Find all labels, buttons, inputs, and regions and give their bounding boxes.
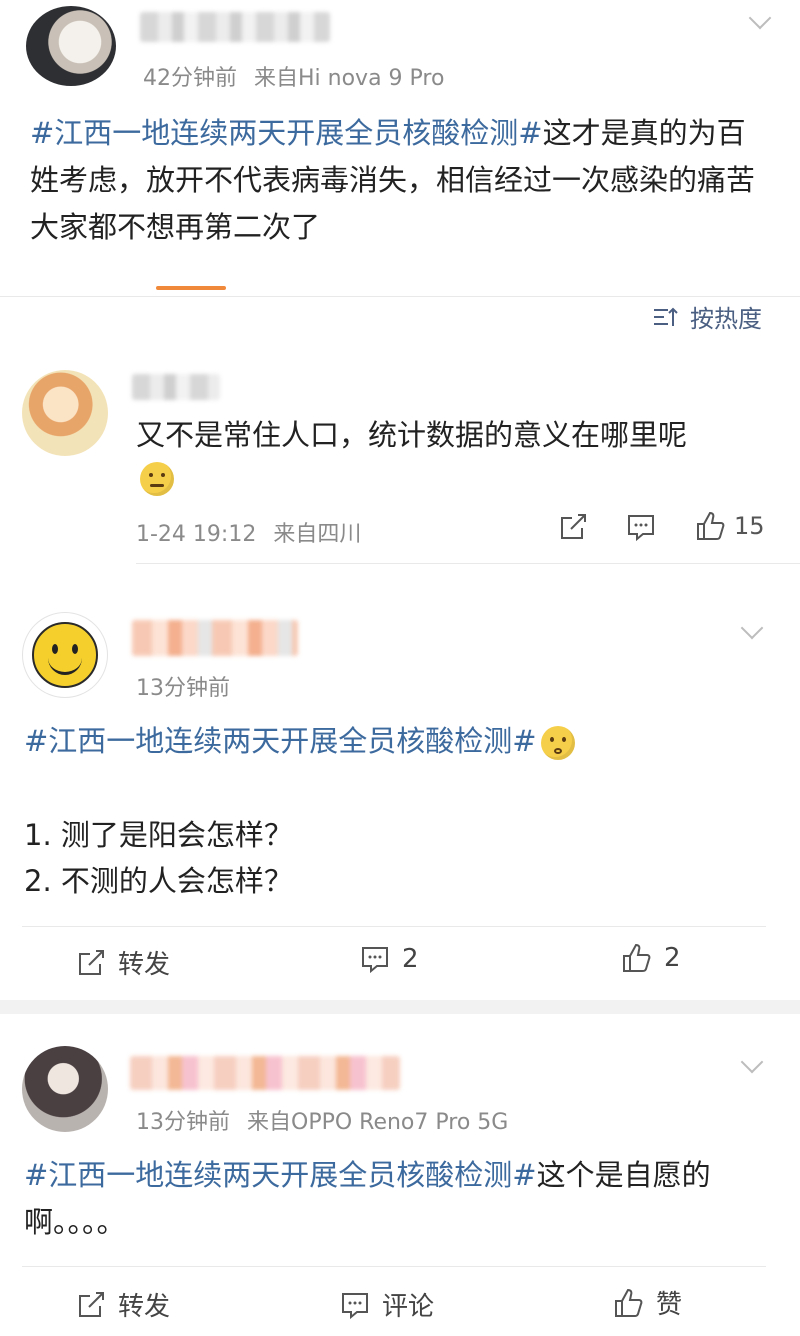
divider [22, 1266, 766, 1267]
section-separator [0, 1000, 800, 1014]
post2-time: 13分钟前 [136, 676, 230, 701]
username-blurred[interactable] [130, 1056, 400, 1090]
comment-button[interactable]: 2 [360, 944, 419, 974]
like-count: 2 [664, 943, 681, 973]
sort-icon [654, 307, 678, 326]
repost-button[interactable]: 转发 [76, 944, 170, 981]
reply-button[interactable] [626, 512, 656, 542]
like-label: 赞 [656, 1290, 683, 1320]
post-source: 来自Hi nova 9 Pro [254, 66, 445, 91]
comment-text: 又不是常住人口，统计数据的意义在哪里呢 [136, 418, 688, 452]
post3-source: 来自OPPO Reno7 Pro 5G [247, 1110, 509, 1135]
repost-icon [79, 1291, 104, 1317]
like-button[interactable]: 2 [620, 942, 681, 974]
post-content: #江西一地连续两天开展全员核酸检测#这才是真的为百姓考虑，放开不代表病毒消失，相… [30, 110, 770, 251]
chevron-down-icon[interactable] [748, 6, 772, 30]
post2-content: #江西一地连续两天开展全员核酸检测# [24, 718, 774, 765]
username-blurred[interactable] [140, 12, 330, 42]
post2-line1: 1. 测了是阳会怎样？ [24, 818, 293, 852]
confused-emoji [540, 726, 575, 760]
post2-line2: 2. 不测的人会怎样？ [24, 864, 293, 898]
chevron-down-icon[interactable] [740, 616, 764, 640]
sort-label: 按热度 [690, 305, 762, 333]
divider [0, 296, 800, 297]
avatar[interactable] [22, 612, 108, 698]
topic-link[interactable]: #江西一地连续两天开展全员核酸检测# [24, 724, 537, 758]
thinking-emoji [140, 462, 174, 496]
comment-count: 2 [402, 944, 419, 974]
avatar[interactable] [26, 6, 116, 86]
comment-meta: 1-24 19:12 来自四川 [136, 516, 361, 548]
post3-time: 13分钟前 [136, 1110, 230, 1135]
chevron-down-icon[interactable] [740, 1050, 764, 1074]
repost-button[interactable] [558, 512, 588, 542]
sort-button[interactable]: 按热度 [652, 299, 762, 334]
thumbs-up-icon [615, 1288, 643, 1317]
thumbs-up-icon [697, 511, 725, 540]
post-time: 42分钟前 [143, 66, 237, 91]
repost-button[interactable]: 转发 [76, 1286, 170, 1323]
comment-source: 来自四川 [273, 522, 362, 547]
topic-link[interactable]: #江西一地连续两天开展全员核酸检测# [30, 116, 543, 150]
comment-label: 评论 [382, 1292, 435, 1322]
post-meta: 42分钟前 来自Hi nova 9 Pro [143, 60, 444, 92]
like-button[interactable]: 赞 [612, 1284, 682, 1321]
username-blurred[interactable] [132, 374, 220, 400]
avatar[interactable] [22, 370, 108, 456]
like-button[interactable]: 15 [694, 510, 765, 542]
avatar[interactable] [22, 1046, 108, 1132]
comment-icon [628, 515, 654, 542]
comment-button[interactable]: 评论 [340, 1286, 434, 1323]
username-blurred[interactable] [132, 620, 298, 656]
topic-link[interactable]: #江西一地连续两天开展全员核酸检测# [24, 1158, 537, 1192]
comment-like-count: 15 [734, 512, 765, 540]
divider [136, 563, 800, 564]
comment-icon [342, 1292, 368, 1319]
repost-label: 转发 [118, 950, 171, 980]
repost-icon [79, 949, 104, 975]
divider [22, 926, 766, 927]
comment-time: 1-24 19:12 [136, 522, 257, 547]
repost-icon [561, 514, 586, 539]
tab-indicator [156, 286, 226, 290]
comment-icon [362, 947, 388, 974]
repost-label: 转发 [118, 1292, 171, 1322]
thumbs-up-icon [623, 943, 651, 972]
post3-meta: 13分钟前 来自OPPO Reno7 Pro 5G [136, 1104, 508, 1136]
post3-content: #江西一地连续两天开展全员核酸检测#这个是自愿的啊。。。。 [24, 1152, 770, 1246]
